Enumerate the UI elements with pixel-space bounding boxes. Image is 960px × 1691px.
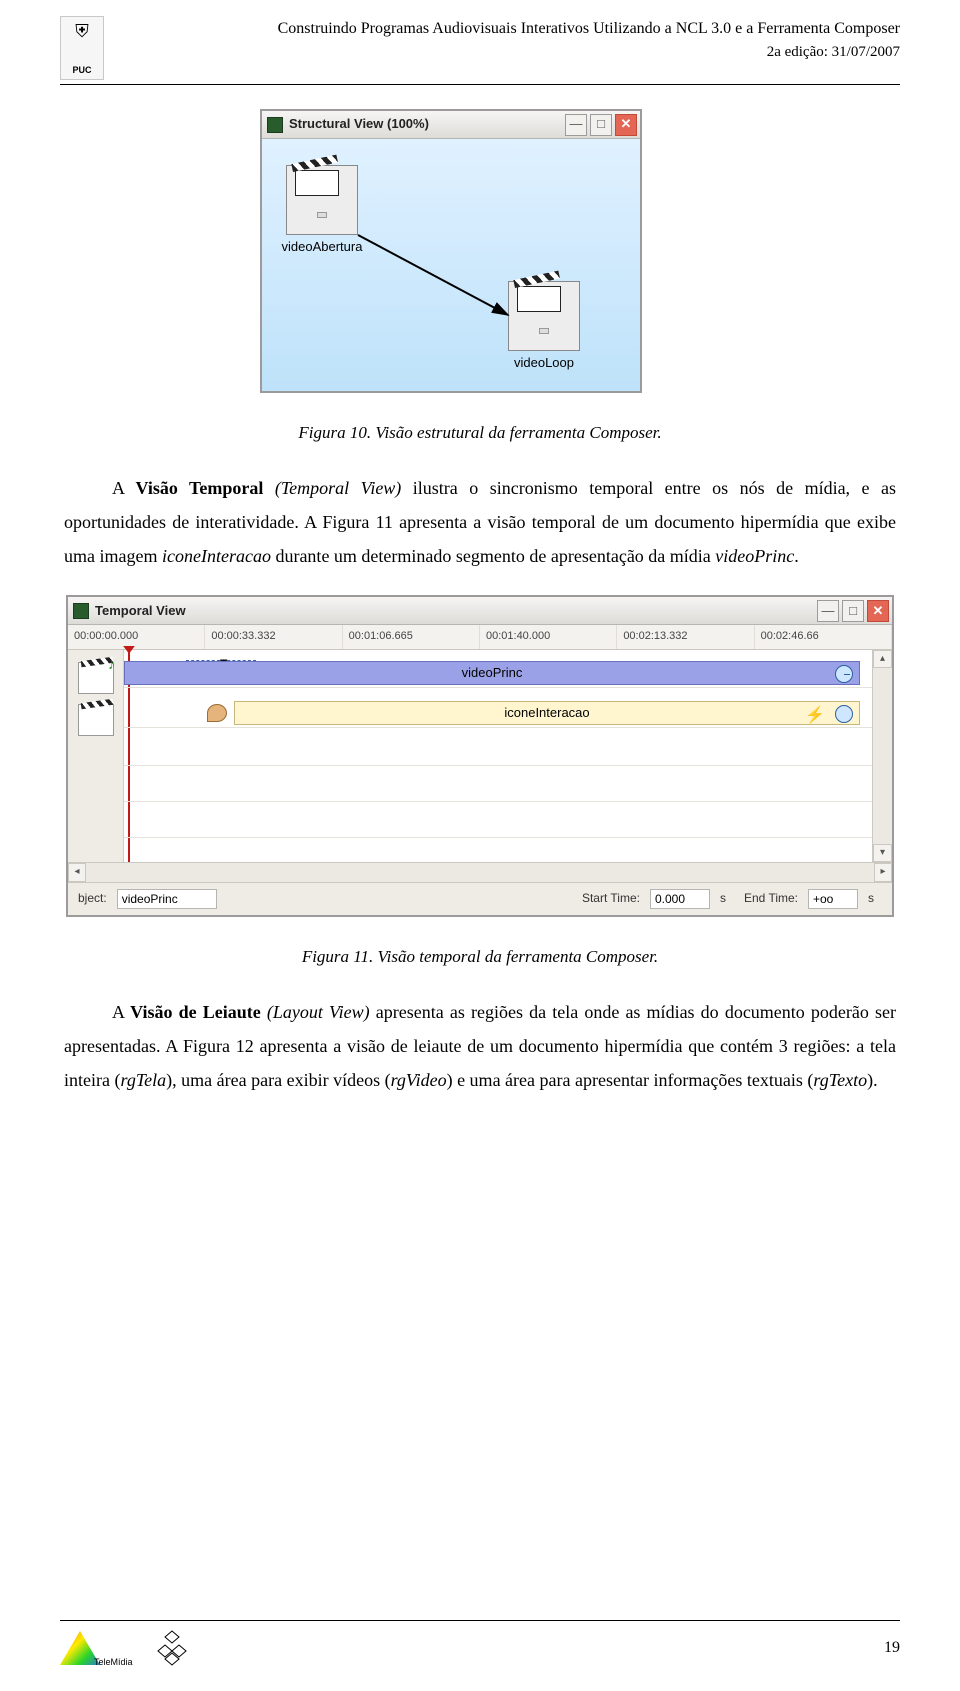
term-layout-view-en: (Layout View) (267, 1002, 370, 1022)
node-video-loop[interactable]: videoLoop (508, 281, 580, 351)
scroll-track[interactable] (86, 863, 874, 882)
term-rgvideo: rgVideo (391, 1070, 447, 1090)
node-video-loop-label: videoLoop (514, 354, 574, 372)
app-icon (267, 117, 283, 133)
track-row-videoprinc[interactable]: T videoPrinc (124, 658, 872, 688)
object-label: bject: (78, 890, 107, 907)
ruler-tick: 00:01:40.000 (480, 625, 617, 648)
structural-view-title: Structural View (100%) (289, 115, 562, 133)
clip-videoprinc[interactable]: videoPrinc (124, 661, 860, 685)
scroll-track[interactable] (873, 668, 892, 844)
term-iconeinteracao: iconeInteracao (162, 546, 271, 566)
scroll-down-button[interactable]: ▾ (873, 844, 892, 862)
ruler-tick: 00:02:46.66 (755, 625, 892, 648)
scroll-up-button[interactable]: ▴ (873, 650, 892, 668)
horizontal-scrollbar[interactable]: ◂ ▸ (68, 862, 892, 882)
clip-videoprinc-label: videoPrinc (462, 664, 523, 682)
ruler-tick: 00:01:06.665 (343, 625, 480, 648)
ruler-tick: 00:00:00.000 (68, 625, 205, 648)
header-text-block: Construindo Programas Audiovisuais Inter… (104, 16, 900, 63)
term-visao-temporal: Visão Temporal (136, 478, 264, 498)
end-time-field[interactable] (808, 889, 858, 909)
puc-crest: ⛨ PUC (60, 16, 104, 80)
page-header: ⛨ PUC Construindo Programas Audiovisuais… (60, 16, 900, 85)
paragraph-layout-view: A Visão de Leiaute (Layout View) apresen… (64, 995, 896, 1098)
node-video-abertura-label: videoAbertura (282, 238, 363, 256)
scroll-left-button[interactable]: ◂ (68, 863, 86, 882)
scroll-right-button[interactable]: ▸ (874, 863, 892, 882)
clock-icon (835, 705, 853, 723)
page-number: 19 (884, 1637, 900, 1659)
start-time-field[interactable] (650, 889, 710, 909)
track-row-empty (124, 772, 872, 802)
doc-edition: 2a edição: 31/07/2007 (104, 42, 900, 63)
structural-view-window: Structural View (100%) — □ ✕ videoAbertu… (260, 109, 642, 393)
node-video-abertura[interactable]: videoAbertura (286, 165, 358, 235)
term-videoprinc: videoPrinc (715, 546, 794, 566)
object-field[interactable] (117, 889, 217, 909)
figure10-caption: Figura 10. Visão estrutural da ferrament… (60, 421, 900, 445)
minimize-button[interactable]: — (565, 114, 587, 136)
term-visao-leiaute: Visão de Leiaute (130, 1002, 261, 1022)
vertical-scrollbar[interactable]: ▴ ▾ (872, 650, 892, 862)
page-footer: TeleMídia 19 (60, 1620, 900, 1667)
doc-title: Construindo Programas Audiovisuais Inter… (104, 18, 900, 40)
track-row-iconeinteracao[interactable]: iconeInteracao ⚡ (124, 698, 872, 728)
track-row-empty (124, 808, 872, 838)
timeline-ruler[interactable]: 00:00:00.000 00:00:33.332 00:01:06.665 0… (68, 625, 892, 649)
close-button[interactable]: ✕ (867, 600, 889, 622)
figure11-caption: Figura 11. Visão temporal da ferramenta … (60, 945, 900, 969)
timeline-statusbar: bject: Start Time: s End Time: s (68, 882, 892, 915)
clip-iconeinteracao-label: iconeInteracao (504, 704, 589, 722)
end-time-unit: s (868, 890, 882, 907)
term-rgtela: rgTela (120, 1070, 166, 1090)
ruler-tick: 00:00:33.332 (205, 625, 342, 648)
minimize-button[interactable]: — (817, 600, 839, 622)
start-time-label: Start Time: (582, 890, 640, 907)
temporal-view-window: Temporal View — □ ✕ 00:00:00.000 00:00:3… (66, 595, 894, 916)
institution-short: PUC (72, 64, 91, 79)
paragraph-temporal-view: A Visão Temporal (Temporal View) ilustra… (64, 471, 896, 574)
clip-iconeinteracao[interactable]: iconeInteracao ⚡ (234, 701, 860, 725)
bolt-icon: ⚡ (805, 705, 825, 727)
term-rgtexto: rgTexto (813, 1070, 867, 1090)
structural-view-canvas[interactable]: videoAbertura videoLoop (262, 139, 640, 391)
start-time-unit: s (720, 890, 734, 907)
node-port-icon (317, 212, 327, 218)
video-clip-icon[interactable] (78, 662, 114, 694)
temporal-view-titlebar[interactable]: Temporal View — □ ✕ (68, 597, 892, 625)
app-icon (73, 603, 89, 619)
term-temporal-view-en: (Temporal View) (275, 478, 401, 498)
timeline-canvas[interactable]: T videoPrinc iconeInteracao ⚡ (68, 650, 892, 862)
telemidia-logo-label: TeleMídia (94, 1656, 133, 1669)
maximize-button[interactable]: □ (842, 600, 864, 622)
structural-view-titlebar[interactable]: Structural View (100%) — □ ✕ (262, 111, 640, 139)
temporal-view-title: Temporal View (95, 602, 814, 620)
timeline-media-sidebar (68, 650, 124, 862)
shield-icon: ⛨ (75, 19, 89, 44)
close-button[interactable]: ✕ (615, 114, 637, 136)
video-clip-icon[interactable] (78, 704, 114, 736)
maximize-button[interactable]: □ (590, 114, 612, 136)
diamond-stack-icon (157, 1629, 187, 1667)
end-time-label: End Time: (744, 890, 798, 907)
node-port-icon (539, 328, 549, 334)
ruler-tick: 00:02:13.332 (617, 625, 754, 648)
clock-icon (835, 665, 853, 683)
palette-icon (207, 704, 227, 722)
track-row-empty (124, 736, 872, 766)
